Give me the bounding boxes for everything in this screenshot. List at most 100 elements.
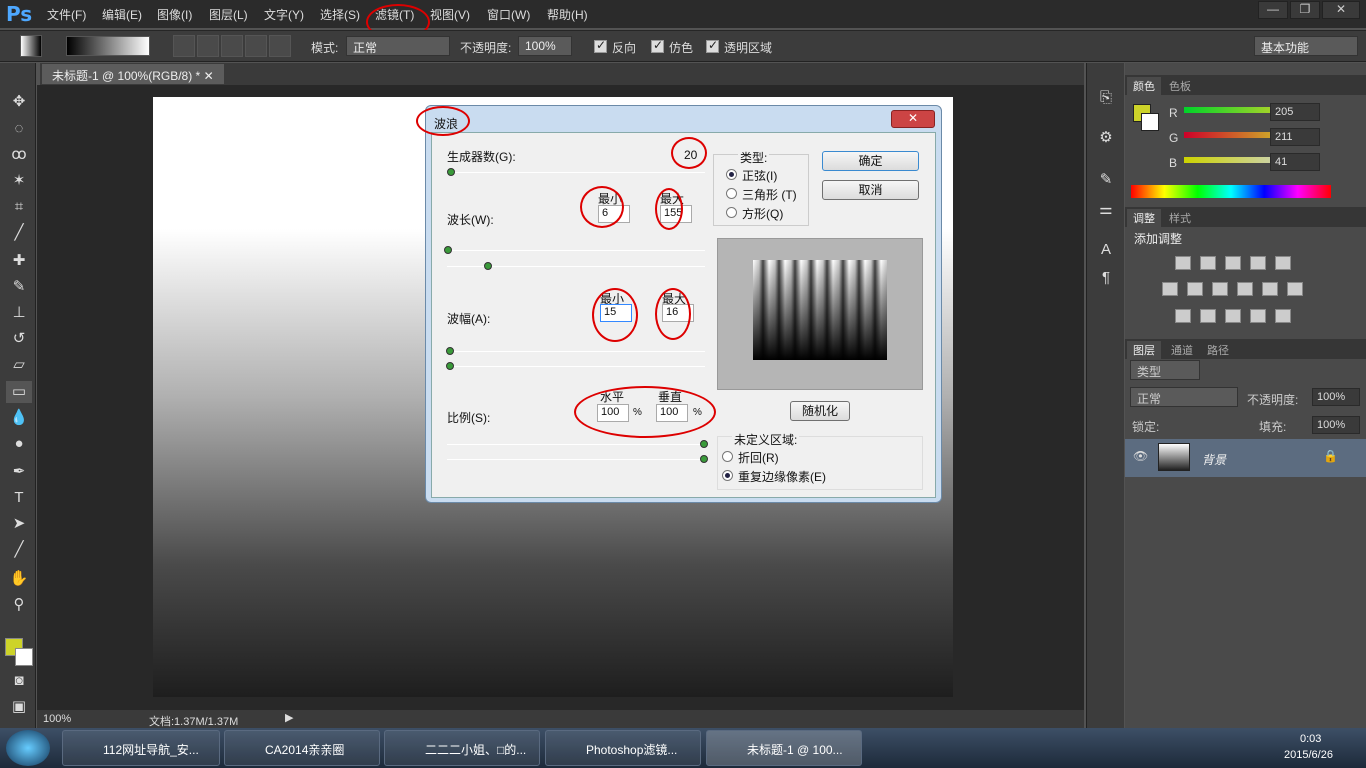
- path-select-icon[interactable]: ➤: [6, 513, 32, 535]
- fill-field[interactable]: 100%: [1312, 416, 1360, 434]
- reflected-gradient-icon[interactable]: [245, 35, 267, 57]
- taskbar-item[interactable]: CA2014亲亲圈: [224, 730, 380, 766]
- selective-color-icon[interactable]: [1250, 309, 1266, 323]
- taskbar-item[interactable]: 112网址导航_安...: [62, 730, 220, 766]
- dodge-tool-icon[interactable]: ●: [6, 433, 32, 455]
- menu-type[interactable]: 文字(Y): [264, 6, 304, 23]
- magic-wand-icon[interactable]: ✶: [6, 170, 32, 192]
- background-color-swatch[interactable]: [15, 648, 33, 666]
- character-icon[interactable]: A: [1093, 239, 1119, 261]
- amplitude-max-thumb[interactable]: [446, 362, 454, 370]
- cancel-button[interactable]: 取消: [822, 180, 919, 200]
- angle-gradient-icon[interactable]: [221, 35, 243, 57]
- crop-tool-icon[interactable]: ⌗: [6, 196, 32, 218]
- ok-button[interactable]: 确定: [822, 151, 919, 171]
- menu-image[interactable]: 图像(I): [157, 6, 192, 23]
- screen-mode-icon[interactable]: ▣: [6, 696, 32, 718]
- eyedropper-tool-icon[interactable]: ╱: [6, 222, 32, 244]
- menu-help[interactable]: 帮助(H): [547, 6, 588, 23]
- photo-filter-icon[interactable]: [1237, 282, 1253, 296]
- visibility-eye-icon[interactable]: 👁: [1133, 449, 1148, 463]
- r-value[interactable]: 205: [1270, 103, 1320, 121]
- tab-layers[interactable]: 图层: [1127, 341, 1161, 359]
- vibrance-icon[interactable]: [1275, 256, 1291, 270]
- wavelength-max-thumb[interactable]: [484, 262, 492, 270]
- menu-window[interactable]: 窗口(W): [487, 6, 530, 23]
- gradient-picker[interactable]: [66, 36, 150, 56]
- triangle-radio[interactable]: [726, 188, 737, 199]
- move-tool-icon[interactable]: ✥: [6, 91, 32, 113]
- brush-panel-icon[interactable]: ✎: [1093, 169, 1119, 191]
- channel-mixer-icon[interactable]: [1262, 282, 1278, 296]
- hand-tool-icon[interactable]: ✋: [6, 568, 32, 590]
- start-button-icon[interactable]: [6, 730, 50, 766]
- tab-styles[interactable]: 样式: [1163, 209, 1197, 227]
- taskbar-item-photoshop[interactable]: 未标题-1 @ 100...: [706, 730, 862, 766]
- history-icon[interactable]: ⎘: [1093, 87, 1119, 109]
- menu-select[interactable]: 选择(S): [320, 6, 360, 23]
- zoom-level[interactable]: 100%: [43, 713, 71, 725]
- transparency-checkbox[interactable]: [706, 38, 719, 53]
- close-window-button[interactable]: ✕: [1322, 1, 1360, 19]
- pen-tool-icon[interactable]: ✒: [6, 461, 32, 483]
- generators-slider[interactable]: [447, 172, 705, 173]
- blur-tool-icon[interactable]: 💧: [6, 407, 32, 429]
- tab-channels[interactable]: 通道: [1165, 341, 1199, 359]
- linear-gradient-icon[interactable]: [173, 35, 195, 57]
- tab-paths[interactable]: 路径: [1201, 341, 1235, 359]
- layer-kind-filter[interactable]: 类型: [1130, 360, 1200, 380]
- mode-dropdown[interactable]: 正常: [346, 36, 450, 56]
- g-value[interactable]: 211: [1270, 128, 1320, 146]
- tab-swatches[interactable]: 色板: [1163, 77, 1197, 95]
- sine-radio[interactable]: [726, 169, 737, 180]
- generators-thumb[interactable]: [447, 168, 455, 176]
- b-value[interactable]: 41: [1270, 153, 1320, 171]
- randomize-button[interactable]: 随机化: [790, 401, 850, 421]
- repeat-edge-radio[interactable]: [722, 470, 733, 481]
- lasso-tool-icon[interactable]: ꝏ: [6, 144, 32, 166]
- workspace-dropdown[interactable]: 基本功能: [1254, 36, 1358, 56]
- levels-icon[interactable]: [1200, 256, 1216, 270]
- document-tab[interactable]: 未标题-1 @ 100%(RGB/8) * ✕: [42, 64, 224, 84]
- layer-row[interactable]: 👁 背景 🔒: [1125, 439, 1366, 477]
- reverse-checkbox[interactable]: [594, 38, 607, 53]
- amplitude-min-slider[interactable]: [447, 351, 705, 352]
- properties-icon[interactable]: ⚙: [1093, 127, 1119, 149]
- amplitude-max-slider[interactable]: [447, 366, 705, 367]
- menu-view[interactable]: 视图(V): [430, 6, 470, 23]
- wavelength-min-slider[interactable]: [447, 250, 705, 251]
- scale-vertical-thumb[interactable]: [700, 455, 708, 463]
- menu-layer[interactable]: 图层(L): [209, 6, 248, 23]
- zoom-tool-icon[interactable]: ⚲: [6, 594, 32, 616]
- curves-icon[interactable]: [1225, 256, 1241, 270]
- close-tab-icon[interactable]: ✕: [204, 69, 214, 83]
- exposure-icon[interactable]: [1250, 256, 1266, 270]
- gradient-map-icon[interactable]: [1275, 309, 1291, 323]
- restore-button[interactable]: ❐: [1290, 1, 1320, 19]
- wrap-radio[interactable]: [722, 451, 733, 462]
- scale-horizontal-slider[interactable]: [447, 444, 705, 445]
- color-lookup-icon[interactable]: [1287, 282, 1303, 296]
- dither-checkbox[interactable]: [651, 38, 664, 53]
- minimize-button[interactable]: —: [1258, 1, 1288, 19]
- tab-adjustments[interactable]: 调整: [1127, 209, 1161, 227]
- quick-mask-icon[interactable]: ◙: [6, 670, 32, 692]
- hue-sat-icon[interactable]: [1162, 282, 1178, 296]
- healing-brush-icon[interactable]: ✚: [6, 250, 32, 272]
- threshold-icon[interactable]: [1225, 309, 1241, 323]
- tab-color[interactable]: 颜色: [1127, 77, 1161, 95]
- tool-preset-icon[interactable]: [20, 35, 42, 57]
- scale-vertical-slider[interactable]: [447, 459, 705, 460]
- posterize-icon[interactable]: [1200, 309, 1216, 323]
- type-tool-icon[interactable]: T: [6, 487, 32, 509]
- wavelength-min-thumb[interactable]: [444, 246, 452, 254]
- square-radio[interactable]: [726, 207, 737, 218]
- menu-file[interactable]: 文件(F): [47, 6, 86, 23]
- scale-horizontal-thumb[interactable]: [700, 440, 708, 448]
- radial-gradient-icon[interactable]: [197, 35, 219, 57]
- blend-mode-dropdown[interactable]: 正常: [1130, 387, 1238, 407]
- dialog-close-button[interactable]: ✕: [891, 110, 935, 128]
- color-spectrum[interactable]: [1131, 185, 1331, 198]
- stamp-tool-icon[interactable]: ⊥: [6, 302, 32, 324]
- marquee-tool-icon[interactable]: ◌: [6, 118, 32, 140]
